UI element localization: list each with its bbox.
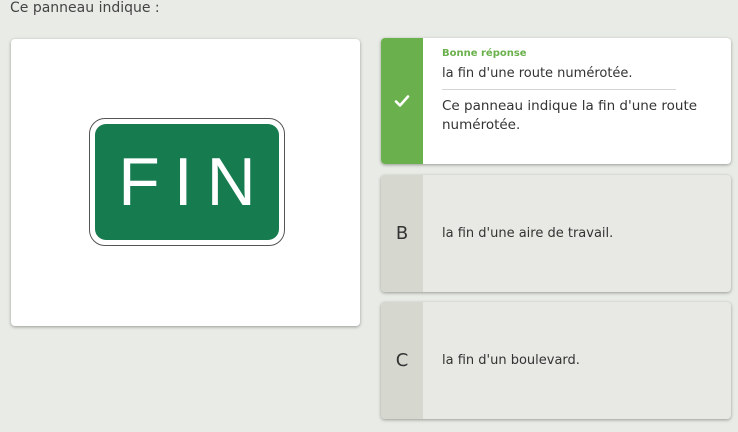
answer-explanation: Ce panneau indique la fin d'une route nu… (442, 98, 698, 133)
answer-c-text: la fin d'un boulevard. (442, 353, 580, 368)
road-sign-panel: FIN (95, 124, 279, 240)
answer-a-marker (381, 38, 423, 164)
answer-c-letter: C (381, 302, 423, 419)
answer-option-a[interactable]: Bonne réponse la fin d'une route numérot… (381, 38, 731, 164)
answer-option-b[interactable]: B la fin d'une aire de travail. (381, 175, 731, 292)
road-sign-text: FIN (118, 144, 270, 220)
road-sign: FIN (89, 118, 285, 246)
sign-image-card: FIN (11, 39, 360, 326)
divider (442, 89, 676, 90)
answer-option-c[interactable]: C la fin d'un boulevard. (381, 302, 731, 419)
answer-a-text: la fin d'une route numérotée. (442, 66, 633, 81)
answer-b-letter: B (381, 175, 423, 292)
correct-answer-label: Bonne réponse (442, 48, 527, 59)
checkmark-icon (394, 94, 410, 108)
answer-a-content: Bonne réponse la fin d'une route numérot… (423, 38, 731, 164)
answer-b-text: la fin d'une aire de travail. (442, 226, 614, 241)
question-text: Ce panneau indique : (10, 0, 160, 16)
